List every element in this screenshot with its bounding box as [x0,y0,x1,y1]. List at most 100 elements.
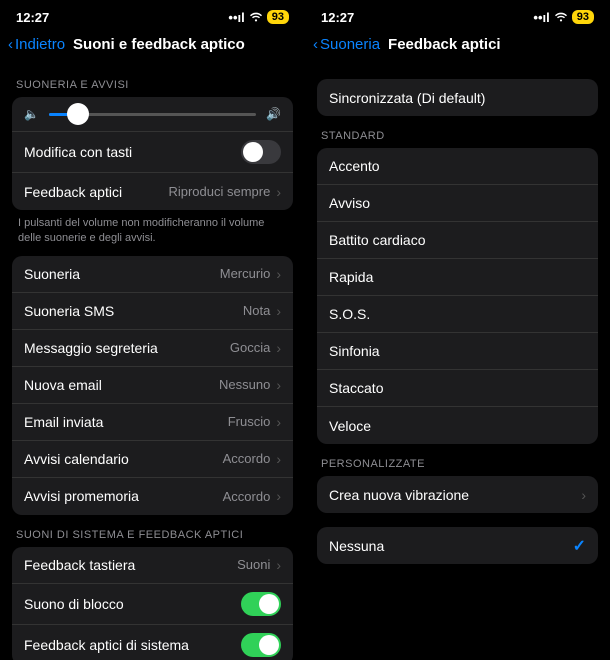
group-custom: Crea nuova vibrazione › [317,476,598,513]
back-label: Suoneria [320,36,380,53]
row-calendar-alerts[interactable]: Avvisi calendario Accordo› [12,441,293,478]
row-value: Fruscio› [228,414,281,430]
row-label: Nuova email [24,377,102,393]
clock: 12:27 [321,10,354,25]
row-value: Nessuno› [219,377,281,393]
left-screen: 12:27 ••ıl 93 ‹ Indietro Suoni e feedbac… [0,0,305,660]
chevron-left-icon: ‹ [313,36,318,53]
row-sent-mail[interactable]: Email inviata Fruscio› [12,404,293,441]
status-bar: 12:27 ••ıl 93 [0,0,305,28]
chevron-right-icon: › [276,184,281,200]
chevron-right-icon: › [276,266,281,282]
option-avviso[interactable]: Avviso [317,185,598,222]
chevron-right-icon: › [276,557,281,573]
status-bar: 12:27 ••ıl 93 [305,0,610,28]
row-label: Crea nuova vibrazione [329,487,469,503]
signal-icon: ••ıl [228,10,244,25]
wifi-icon [249,10,263,25]
chevron-right-icon: › [276,377,281,393]
row-system-haptics[interactable]: Feedback aptici di sistema [12,625,293,660]
section-header-standard: STANDARD [317,116,598,148]
section-header-system: SUONI DI SISTEMA E FEEDBACK APTICI [12,515,293,547]
slider-knob[interactable] [67,103,89,125]
row-label: Feedback aptici di sistema [24,637,189,653]
back-label: Indietro [15,36,65,53]
row-value: Goccia› [230,340,281,356]
option-battito[interactable]: Battito cardiaco [317,222,598,259]
option-veloce[interactable]: Veloce [317,407,598,444]
row-change-with-buttons[interactable]: Modifica con tasti [12,132,293,173]
chevron-right-icon: › [276,340,281,356]
back-button[interactable]: ‹ Suoneria [313,36,380,53]
option-rapida[interactable]: Rapida [317,259,598,296]
row-label: Nessuna [329,538,384,554]
option-sos[interactable]: S.O.S. [317,296,598,333]
row-ringtone[interactable]: Suoneria Mercurio› [12,256,293,293]
option-label: S.O.S. [329,306,370,322]
option-staccato[interactable]: Staccato [317,370,598,407]
row-keyboard-feedback[interactable]: Feedback tastiera Suoni› [12,547,293,584]
option-label: Accento [329,158,380,174]
wifi-icon [554,10,568,25]
row-label: Messaggio segreteria [24,340,158,356]
volume-slider[interactable] [49,113,256,116]
row-voicemail[interactable]: Messaggio segreteria Goccia› [12,330,293,367]
row-reminder-alerts[interactable]: Avvisi promemoria Accordo› [12,478,293,515]
speaker-high-icon: 🔊 [266,107,281,121]
content: Sincronizzata (Di default) STANDARD Acce… [305,65,610,564]
group-ringtone: 🔈 🔊 Modifica con tasti Feedback aptici R… [12,97,293,210]
page-title: Feedback aptici [388,36,501,53]
option-label: Staccato [329,380,383,396]
battery-indicator: 93 [267,10,289,24]
row-text-tone[interactable]: Suoneria SMS Nota› [12,293,293,330]
row-value: Accordo› [223,451,281,467]
group-synced: Sincronizzata (Di default) [317,79,598,116]
toggle-system-haptics[interactable] [241,633,281,657]
row-new-mail[interactable]: Nuova email Nessuno› [12,367,293,404]
row-value: Nota› [243,303,281,319]
option-label: Avviso [329,195,370,211]
nav-bar: ‹ Indietro Suoni e feedback aptico [0,28,305,65]
toggle-knob [243,142,263,162]
option-accento[interactable]: Accento [317,148,598,185]
chevron-right-icon: › [276,414,281,430]
row-label: Feedback aptici [24,184,122,200]
row-synced[interactable]: Sincronizzata (Di default) [317,79,598,116]
toggle-knob [259,594,279,614]
section-header-custom: PERSONALIZZATE [317,444,598,476]
row-value: Mercurio› [220,266,281,282]
clock: 12:27 [16,10,49,25]
row-value: Suoni› [237,557,281,573]
row-create-vibration[interactable]: Crea nuova vibrazione › [317,476,598,513]
toggle-lock-sound[interactable] [241,592,281,616]
back-button[interactable]: ‹ Indietro [8,36,65,53]
row-none[interactable]: Nessuna ✓ [317,527,598,564]
toggle-change-with-buttons[interactable] [241,140,281,164]
chevron-right-icon: › [276,451,281,467]
status-indicators: ••ıl 93 [533,10,594,25]
row-haptic-feedback[interactable]: Feedback aptici Riproduci sempre› [12,173,293,210]
check-icon: ✓ [573,536,586,556]
option-sinfonia[interactable]: Sinfonia [317,333,598,370]
row-value: Accordo› [223,488,281,504]
chevron-left-icon: ‹ [8,36,13,53]
chevron-right-icon: › [276,488,281,504]
row-label: Modifica con tasti [24,144,132,160]
toggle-knob [259,635,279,655]
option-label: Rapida [329,269,373,285]
row-label: Avvisi promemoria [24,488,139,504]
chevron-right-icon: › [276,303,281,319]
option-label: Veloce [329,418,371,434]
nav-bar: ‹ Suoneria Feedback aptici [305,28,610,65]
right-screen: 12:27 ••ıl 93 ‹ Suoneria Feedback aptici… [305,0,610,660]
row-lock-sound[interactable]: Suono di blocco [12,584,293,625]
row-label: Feedback tastiera [24,557,135,573]
speaker-low-icon: 🔈 [24,107,39,121]
page-title: Suoni e feedback aptico [73,36,245,53]
row-label: Suoneria [24,266,80,282]
row-label: Email inviata [24,414,103,430]
content: SUONERIA E AVVISI 🔈 🔊 Modifica con tasti… [0,65,305,660]
volume-slider-row: 🔈 🔊 [12,97,293,132]
chevron-right-icon: › [581,487,586,503]
row-label: Sincronizzata (Di default) [329,90,485,106]
